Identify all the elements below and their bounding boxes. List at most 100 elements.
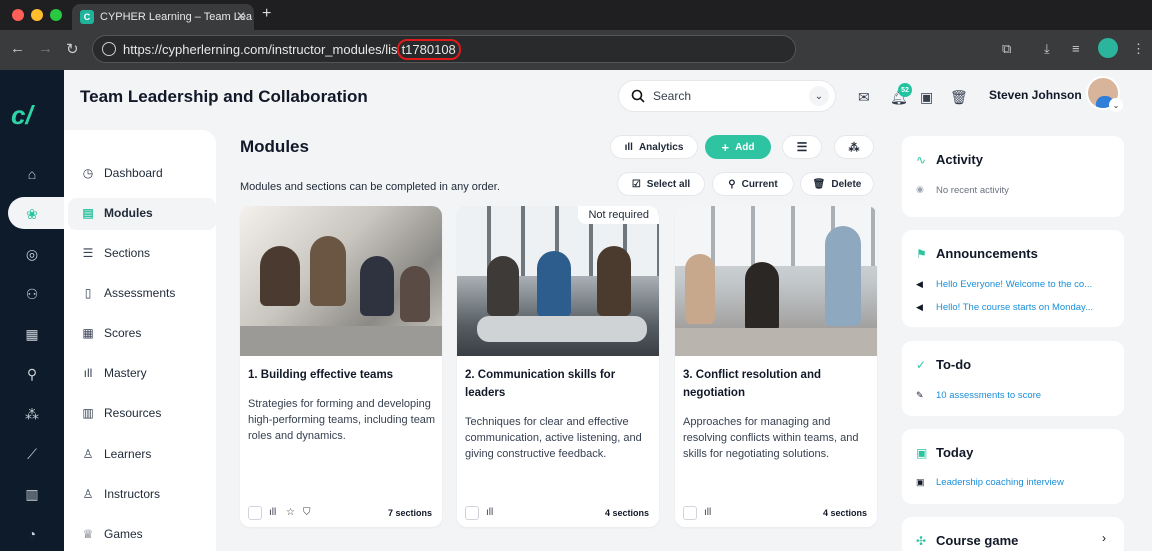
check-circle-icon: ✓: [916, 358, 927, 372]
search-placeholder: Search: [653, 89, 692, 103]
module-title[interactable]: 2. Communication skills for leaders: [465, 366, 655, 402]
star-icon[interactable]: ☆: [286, 507, 295, 518]
mail-icon[interactable]: ✉: [858, 89, 870, 106]
minimize-window-icon[interactable]: [31, 9, 43, 21]
announcement-link[interactable]: Hello Everyone! Welcome to the co...: [936, 279, 1114, 290]
modules-intro-text: Modules and sections can be completed in…: [240, 181, 500, 193]
subnav-item-dashboard[interactable]: ◷ Dashboard: [80, 162, 163, 184]
todo-link[interactable]: 10 assessments to score: [936, 390, 1114, 401]
url-field[interactable]: https://cypherlerning.com/instructor_mod…: [92, 35, 796, 63]
module-title[interactable]: 3. Conflict resolution and negotiation: [683, 366, 873, 402]
maximize-window-icon[interactable]: [50, 9, 62, 21]
trash-icon: 🗑︎: [812, 178, 826, 190]
url-text: https://cypherlerning.com/instructor_mod…: [123, 41, 398, 57]
forward-icon[interactable]: →: [38, 40, 53, 57]
modules-heading: Modules: [240, 137, 309, 156]
browser-menu-icon[interactable]: ⋮: [1132, 41, 1145, 57]
module-checkbox[interactable]: [683, 506, 697, 520]
people-icon[interactable]: ⚲: [22, 364, 42, 384]
module-card[interactable]: 3. Conflict resolution and negotiation A…: [675, 206, 877, 527]
analytics-icon[interactable]: ıll: [486, 507, 493, 518]
module-image[interactable]: Not required: [457, 206, 659, 356]
left-rail: c/ ⌂ ❀ ◎ ⚇ ▦ ⚲ ⁂ ⟋ ▥ ◔: [0, 70, 68, 551]
course-game-panel[interactable]: ✣ Course game ›: [902, 517, 1124, 551]
cypher-favicon-icon: C: [80, 10, 94, 24]
module-checkbox[interactable]: [248, 506, 262, 520]
subnav-item-assessments[interactable]: ▯ Assessments: [80, 282, 176, 304]
chevron-down-icon[interactable]: ⌄: [809, 86, 829, 106]
reload-icon[interactable]: ↻: [66, 40, 79, 58]
announcement-icon: ◀: [916, 302, 923, 312]
goals-icon[interactable]: ◎: [22, 244, 42, 264]
search-icon: [631, 89, 645, 103]
analytics-button[interactable]: ıll Analytics: [610, 135, 698, 159]
course-subnav: ◷ Dashboard ▤ Modules ☰ Sections ▯ Assessmen…: [64, 130, 216, 551]
subnav-item-learners[interactable]: ♙ Learners: [80, 443, 152, 465]
browser-profile-icon[interactable]: [1098, 38, 1118, 58]
announcement-icon: ◀: [916, 279, 923, 289]
browser-tab[interactable]: C CYPHER Learning – Team Lea ✕: [72, 4, 254, 30]
library-icon[interactable]: ▥: [22, 484, 42, 504]
close-window-icon[interactable]: [12, 9, 24, 21]
select-all-button[interactable]: ☑ Select all: [617, 172, 705, 196]
module-card[interactable]: Not required 2. Communication skills for…: [457, 206, 659, 527]
scores-icon: ▦: [82, 326, 94, 340]
module-title[interactable]: 1. Building effective teams: [248, 366, 438, 384]
panel-title: Announcements: [936, 246, 1038, 261]
event-icon: ▣: [916, 477, 925, 487]
page-title: Team Leadership and Collaboration: [80, 87, 368, 106]
trash-icon[interactable]: 🗑︎: [950, 89, 968, 106]
close-tab-icon[interactable]: ✕: [236, 9, 246, 23]
reports-icon[interactable]: ◔: [22, 524, 42, 544]
panel-title: Course game: [936, 533, 1019, 548]
cypher-logo-icon[interactable]: c/: [11, 100, 33, 131]
today-link[interactable]: Leadership coaching interview: [936, 477, 1114, 488]
reading-list-icon[interactable]: ≡: [1072, 41, 1080, 56]
new-tab-icon[interactable]: +: [262, 5, 271, 23]
delete-button[interactable]: 🗑︎ Delete: [800, 172, 874, 196]
avatar-chevron-icon[interactable]: ⌄: [1109, 98, 1123, 112]
subnav-item-games[interactable]: ♕ Games: [80, 523, 143, 545]
announcement-link[interactable]: Hello! The course starts on Monday...: [936, 302, 1114, 313]
section-count: 4 sections: [822, 508, 867, 518]
download-icon[interactable]: ⤓: [1044, 41, 1050, 57]
site-info-icon[interactable]: [102, 42, 116, 56]
current-button[interactable]: ⚲ Current: [712, 172, 794, 196]
grid-view-button[interactable]: ⁂: [834, 135, 874, 159]
announcements-panel: ⚑ Announcements ◀ Hello Everyone! Welcom…: [902, 230, 1124, 327]
add-button[interactable]: + Add: [705, 135, 771, 159]
subnav-item-instructors[interactable]: ♙ Instructors: [80, 483, 160, 505]
todo-panel: ✓ To-do ✎ 10 assessments to score: [902, 341, 1124, 416]
back-icon[interactable]: ←: [10, 40, 25, 57]
search-box[interactable]: Search ⌄: [618, 80, 836, 112]
org-icon[interactable]: ⁂: [22, 404, 42, 424]
analytics-icon[interactable]: ıll: [704, 507, 711, 518]
list-view-button[interactable]: ☰: [782, 135, 822, 159]
shield-icon[interactable]: ⛉: [303, 507, 311, 518]
analytics-icon[interactable]: ıll: [269, 507, 276, 518]
calendar-icon[interactable]: ▣: [920, 89, 933, 106]
modules-icon: ▤: [82, 206, 94, 220]
home-icon[interactable]: ⌂: [22, 164, 42, 184]
subnav-item-scores[interactable]: ▦ Scores: [80, 322, 141, 344]
user-name[interactable]: Steven Johnson: [989, 88, 1082, 102]
subnav-item-modules[interactable]: ▤ Modules: [80, 202, 152, 224]
cast-icon[interactable]: ⧉: [1002, 41, 1011, 57]
subnav-item-mastery[interactable]: ıll Mastery: [80, 362, 147, 384]
subnav-item-sections[interactable]: ☰ Sections: [80, 242, 150, 264]
groups-icon[interactable]: ⚇: [22, 284, 42, 304]
browser-tab-bar: C CYPHER Learning – Team Lea ✕ +: [0, 0, 1152, 30]
chevron-right-icon[interactable]: ›: [1102, 531, 1106, 545]
subnav-item-resources[interactable]: ▥ Resources: [80, 402, 161, 424]
module-checkbox[interactable]: [465, 506, 479, 520]
section-count: 7 sections: [387, 508, 432, 518]
apps-icon[interactable]: ▦: [22, 324, 42, 344]
bar-chart-icon: ıll: [624, 141, 633, 153]
grid-view-icon: ⁂: [848, 141, 860, 154]
activity-panel: ∿ Activity ◉ No recent activity: [902, 136, 1124, 217]
courses-icon[interactable]: ❀: [22, 204, 42, 224]
module-card[interactable]: 1. Building effective teams Strategies f…: [240, 206, 442, 527]
analytics-rail-icon[interactable]: ⟋: [22, 444, 42, 464]
module-image[interactable]: [675, 206, 877, 356]
module-image[interactable]: [240, 206, 442, 356]
